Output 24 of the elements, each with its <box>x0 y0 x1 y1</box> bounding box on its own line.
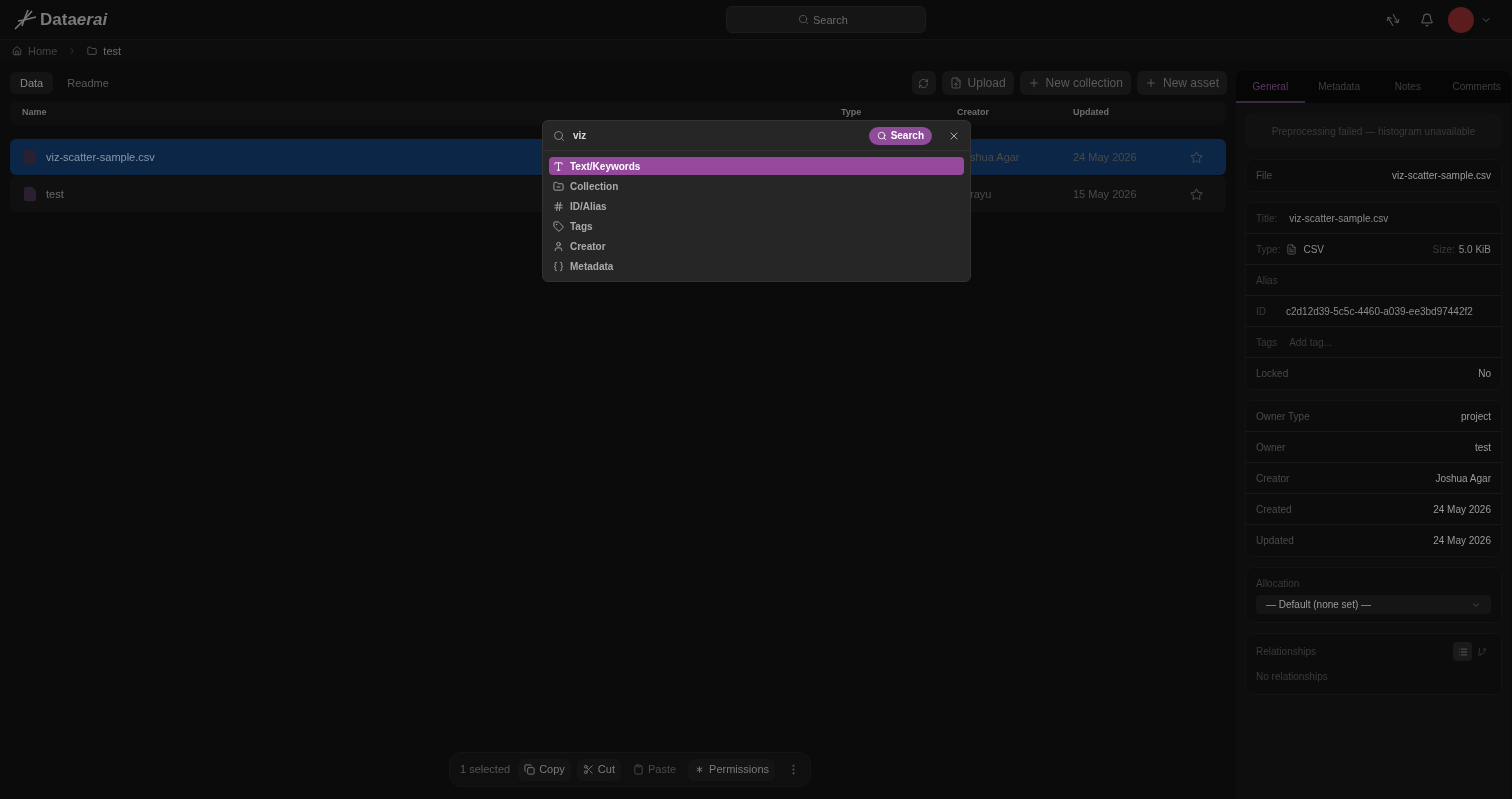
field-value: Joshua Agar <box>1435 471 1491 486</box>
file-name: viz-scatter-sample.csv <box>46 149 155 165</box>
field-value: 24 May 2026 <box>1433 534 1491 548</box>
table-cell-text: 24 May 2026 <box>1073 149 1138 165</box>
field-value: test <box>1474 440 1491 455</box>
table-cell-text: shua Agar <box>969 149 1021 165</box>
field-label: File <box>1256 169 1273 183</box>
field-label: Created <box>1256 502 1292 517</box>
field-value: 24 May 2026 <box>1433 502 1491 517</box>
field-label: Owner Type <box>1256 409 1310 424</box>
field-label: Updated <box>1256 534 1294 548</box>
field-label: Creator <box>1256 471 1290 486</box>
field-value: viz-scatter-sample.csv <box>1289 211 1389 226</box>
table-cell-text: rayu <box>969 186 993 202</box>
field-value: No <box>1478 367 1491 381</box>
field-value: CSV <box>1303 242 1325 257</box>
field-value: project <box>1461 409 1491 424</box>
field-label: Locked <box>1256 367 1289 381</box>
field-value: viz-scatter-sample.csv <box>1392 169 1491 183</box>
selection-count: 1 selected <box>460 762 511 778</box>
field-label: Owner <box>1256 440 1286 455</box>
field-value: c2d12d39-5c5c-4460-a039-ee3bd97442f2 <box>1286 304 1473 319</box>
file-name: test <box>46 186 64 202</box>
field-value: 5.0 KiB <box>1458 242 1491 257</box>
